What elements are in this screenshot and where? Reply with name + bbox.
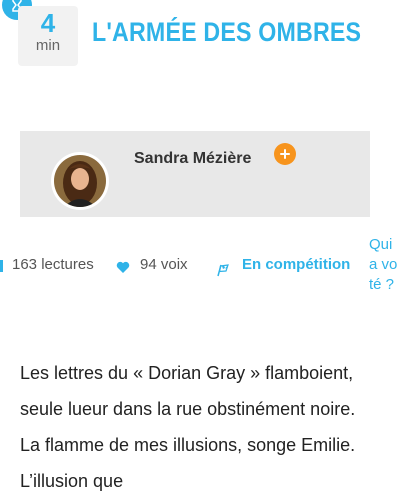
story-title: L'ARMÉE DES OMBRES [92, 17, 362, 47]
reading-time-unit: min [35, 37, 61, 54]
competition-status[interactable]: En compétition [242, 255, 352, 275]
author-card[interactable]: Sandra Mézière [20, 131, 370, 217]
plus-icon[interactable] [274, 143, 296, 165]
reading-time-box: 4 min [18, 6, 78, 66]
reads-count: 163 lectures [12, 256, 94, 273]
votes-count: 94 voix [140, 256, 188, 273]
story-excerpt: Les lettres du « Dorian Gray » flamboien… [20, 363, 356, 491]
author-avatar[interactable] [51, 152, 109, 210]
flag-icon [217, 264, 229, 277]
author-name[interactable]: Sandra Mézière [134, 150, 251, 168]
reads-icon [0, 260, 3, 272]
reading-time-value: 4 [40, 8, 56, 38]
heart-icon [116, 261, 130, 273]
story-stats: 163 lectures 94 voix En compétition Qui … [0, 236, 400, 315]
who-voted-link[interactable]: Qui a voté ? [369, 235, 399, 295]
